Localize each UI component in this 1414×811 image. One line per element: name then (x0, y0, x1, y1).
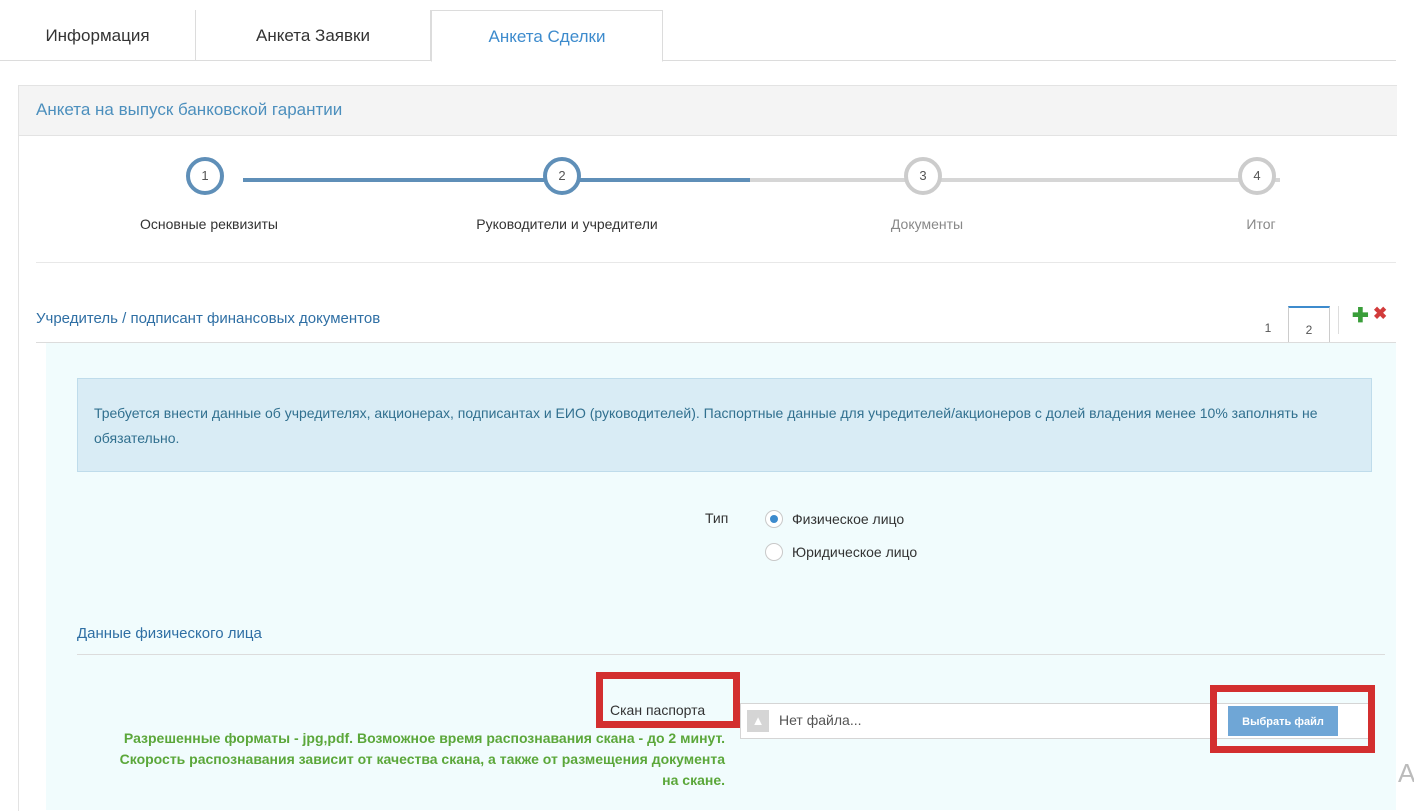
wizard: 1 2 3 4 Основные реквизиты Руководители … (19, 136, 1397, 264)
person-section-title: Данные физического лица (77, 625, 262, 642)
upload-icon: ▲ (747, 710, 769, 732)
top-tabs: Информация Анкета Заявки Анкета Сделки (0, 10, 1396, 62)
info-alert: Требуется внести данные об учредителях, … (77, 378, 1372, 472)
highlight-box-label (596, 672, 740, 728)
wizard-line-progress (598, 178, 750, 182)
file-placeholder: Нет файла... (779, 712, 862, 728)
radio-label: Юридическое лицо (792, 544, 918, 560)
panel-header: Анкета на выпуск банковской гарантии (19, 86, 1397, 136)
wizard-step-4[interactable]: 4 (1238, 157, 1276, 195)
tab-label: Информация (45, 26, 150, 45)
radio-label: Физическое лицо (792, 511, 905, 527)
founder-tab-2[interactable]: 2 (1288, 306, 1330, 344)
divider (36, 262, 1396, 263)
divider (1338, 306, 1339, 334)
radio-button-checked[interactable] (765, 510, 783, 528)
radio-button[interactable] (765, 543, 783, 561)
founder-tab-1[interactable]: 1 (1248, 306, 1288, 342)
wizard-step-3[interactable]: 3 (904, 157, 942, 195)
type-label: Тип (705, 510, 729, 526)
highlight-box-button (1210, 685, 1375, 753)
founder-section-title: Учредитель / подписант финансовых докуме… (36, 310, 381, 327)
wizard-step-2[interactable]: 2 (543, 157, 581, 195)
divider (77, 654, 1385, 655)
tab-label: Анкета Сделки (488, 27, 606, 46)
wizard-label-4: Итог (1246, 216, 1276, 232)
panel-title: Анкета на выпуск банковской гарантии (36, 100, 343, 119)
close-icon[interactable]: ✖ (1373, 304, 1387, 324)
tab-label: Анкета Заявки (256, 26, 370, 45)
wizard-label-3: Документы (890, 216, 964, 232)
plus-icon[interactable]: ✚ (1352, 303, 1369, 328)
wizard-line-todo (750, 178, 1280, 182)
tab-information[interactable]: Информация (0, 10, 196, 60)
wizard-label-2: Руководители и учредители (476, 216, 658, 232)
tab-application-form[interactable]: Анкета Заявки (196, 10, 431, 60)
tab-deal-form[interactable]: Анкета Сделки (431, 10, 663, 62)
cut-off-text: A (1398, 758, 1414, 788)
wizard-step-1[interactable]: 1 (186, 157, 224, 195)
wizard-label-1: Основные реквизиты (140, 216, 278, 232)
alert-text: Требуется внести данные об учредителях, … (94, 405, 1318, 446)
scan-hint: Разрешенные форматы - jpg,pdf. Возможное… (119, 730, 725, 788)
